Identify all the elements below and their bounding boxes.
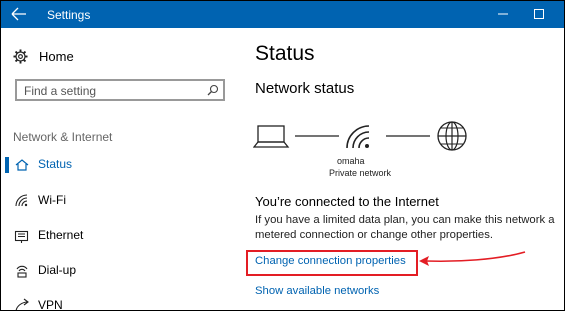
search-icon[interactable] <box>207 84 219 96</box>
ethernet-icon <box>14 230 29 243</box>
sidebar-item-label: Dial-up <box>38 263 77 277</box>
home-network-icon <box>15 159 29 171</box>
sidebar-item-ethernet[interactable]: Ethernet <box>1 226 237 246</box>
sidebar-item-label: Ethernet <box>38 228 84 242</box>
maximize-button[interactable] <box>526 4 552 24</box>
back-arrow-icon[interactable] <box>9 5 29 23</box>
sidebar-item-status[interactable]: Status <box>1 155 237 175</box>
sidebar-item-label: Wi-Fi <box>38 193 66 207</box>
sidebar-item-vpn[interactable]: VPN <box>1 296 237 311</box>
settings-window: Settings Home Find a setting Network & I… <box>0 0 565 311</box>
globe-icon <box>437 121 467 151</box>
show-available-networks-link[interactable]: Show available networks <box>255 285 379 297</box>
search-placeholder: Find a setting <box>24 84 97 98</box>
window-title: Settings <box>47 8 91 22</box>
network-status-heading: Network status <box>255 80 355 97</box>
vpn-icon <box>15 298 29 310</box>
home-label: Home <box>39 48 74 64</box>
main-panel: Status Network status omaha Private netw… <box>237 28 564 310</box>
minimize-button[interactable] <box>490 4 516 24</box>
connection-description: If you have a limited data plan, you can… <box>255 214 555 241</box>
sidebar-section-title: Network & Internet <box>13 130 113 144</box>
sidebar-item-dialup[interactable]: Dial-up <box>1 261 237 281</box>
laptop-icon <box>253 125 290 148</box>
network-name: omaha <box>337 156 365 166</box>
connection-status-heading: You’re connected to the Internet <box>255 194 439 209</box>
sidebar-item-label: VPN <box>38 298 63 311</box>
sidebar-home[interactable]: Home <box>13 47 74 65</box>
dialup-icon <box>16 265 28 278</box>
selection-indicator <box>5 157 9 173</box>
sidebar-item-wifi[interactable]: Wi-Fi <box>1 191 237 211</box>
page-title: Status <box>255 42 315 65</box>
search-input[interactable]: Find a setting <box>15 79 225 101</box>
wifi-icon <box>15 194 28 207</box>
wifi-signal-icon <box>346 125 370 149</box>
gear-icon <box>13 48 28 64</box>
annotation-arrow <box>419 251 526 266</box>
title-bar: Settings <box>1 1 564 28</box>
network-type: Private network <box>329 168 392 178</box>
change-connection-properties-link[interactable]: Change connection properties <box>255 255 406 267</box>
sidebar-item-label: Status <box>38 157 73 171</box>
